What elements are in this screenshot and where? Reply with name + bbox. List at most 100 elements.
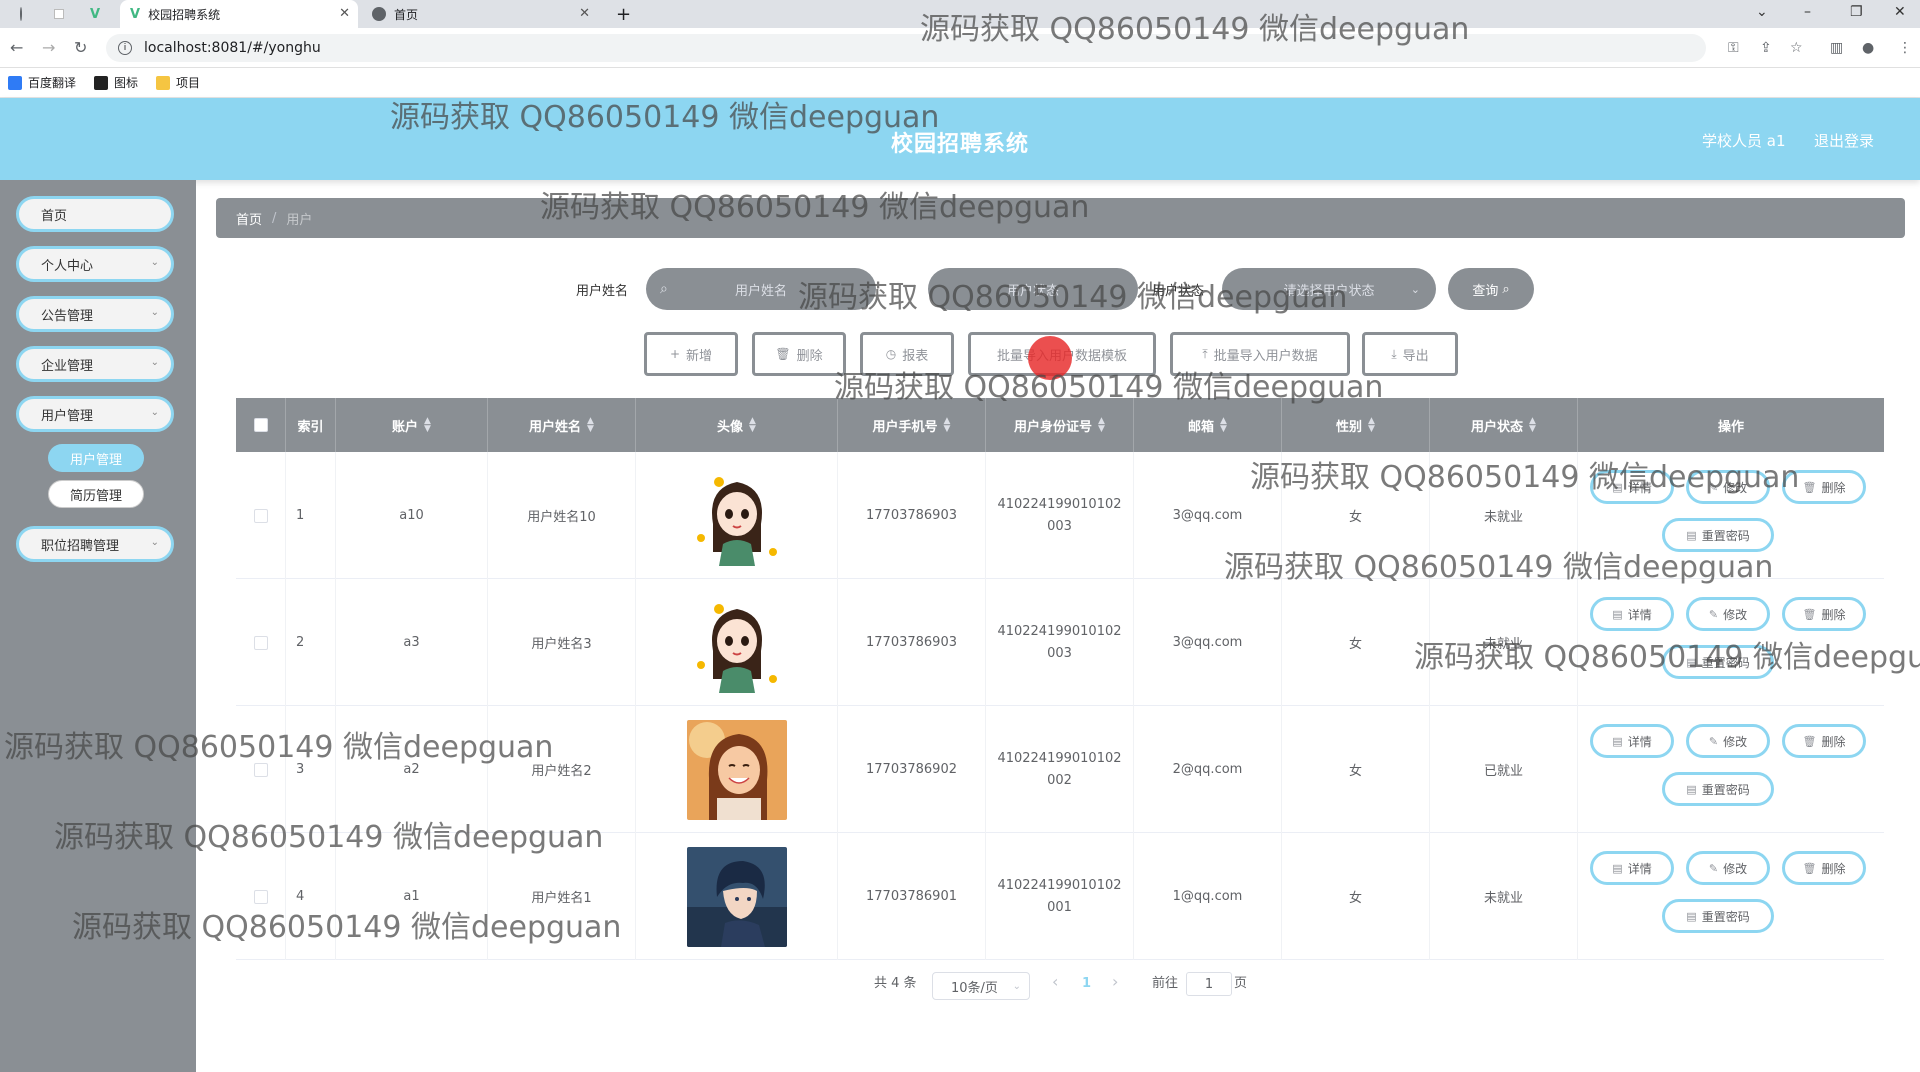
next-page-icon[interactable]: › (1112, 972, 1118, 991)
row-delete-button[interactable]: 🗑 删除 (1782, 597, 1866, 631)
delete-button[interactable]: 🗑 删除 (752, 332, 846, 376)
search-state-select[interactable]: 请选择用户状态 ⌄ (1222, 268, 1436, 310)
sort-icon[interactable]: ▲ ▼ (1098, 417, 1105, 434)
tab-pinned-1[interactable] (10, 0, 40, 28)
report-button[interactable]: ◷ 报表 (860, 332, 954, 376)
star-icon[interactable]: ☆ (1790, 40, 1803, 56)
header-email[interactable]: 邮箱 ▲ ▼ (1134, 398, 1282, 452)
edit-button[interactable]: ✎ 修改 (1686, 597, 1770, 631)
header-account[interactable]: 账户 ▲ ▼ (336, 398, 488, 452)
close-icon[interactable]: ✕ (579, 6, 590, 21)
checkbox[interactable] (253, 635, 268, 650)
query-button[interactable]: 查询 ⌕ (1448, 268, 1534, 310)
id-number-text: 410224199010102 003 (997, 496, 1122, 534)
goto-page-input[interactable]: 1 (1186, 972, 1232, 996)
add-button[interactable]: + 新增 (644, 332, 738, 376)
logout-link[interactable]: 退出登录 (1814, 130, 1874, 151)
sort-icon[interactable]: ▲ ▼ (1529, 417, 1536, 434)
bookmark-icons[interactable]: 图标 (94, 74, 138, 91)
reload-icon[interactable]: ↻ (74, 38, 87, 57)
checkbox[interactable] (253, 762, 268, 777)
search-name-input[interactable]: ⌕ 用户姓名 (646, 268, 876, 310)
sidebar-subitem-user-manage[interactable]: 用户管理 (48, 444, 144, 472)
header-status[interactable]: 用户状态 ▲ ▼ (1430, 398, 1578, 452)
header-gender[interactable]: 性别 ▲ ▼ (1282, 398, 1430, 452)
reset-password-button[interactable]: ▤ 重置密码 (1662, 645, 1774, 679)
sidepanel-icon[interactable]: ▥ (1830, 40, 1843, 56)
row-select-cell[interactable] (236, 833, 286, 960)
checkbox[interactable] (253, 418, 268, 432)
header-avatar[interactable]: 头像 ▲ ▼ (636, 398, 838, 452)
vue-icon: V (130, 6, 141, 22)
tab-pinned-2[interactable] (44, 0, 74, 28)
avatar (686, 592, 787, 693)
search-field2-input[interactable]: 用户状态 (928, 268, 1138, 310)
header-phone[interactable]: 用户手机号 ▲ ▼ (838, 398, 986, 452)
detail-button[interactable]: ▤ 详情 (1590, 597, 1674, 631)
detail-button[interactable]: ▤ 详情 (1590, 470, 1674, 504)
row-select-cell[interactable] (236, 452, 286, 579)
edit-button[interactable]: ✎ 修改 (1686, 851, 1770, 885)
row-select-cell[interactable] (236, 579, 286, 706)
edit-button[interactable]: ✎ 修改 (1686, 470, 1770, 504)
sidebar-item-company[interactable]: 企业管理 ⌄ (16, 346, 174, 382)
detail-button[interactable]: ▤ 详情 (1590, 724, 1674, 758)
sort-icon[interactable]: ▲ ▼ (749, 417, 756, 434)
sort-icon[interactable]: ▲ ▼ (1220, 417, 1227, 434)
reset-password-button[interactable]: ▤ 重置密码 (1662, 899, 1774, 933)
close-icon[interactable]: ✕ (339, 6, 350, 21)
prev-page-icon[interactable]: ‹ (1052, 972, 1058, 991)
key-icon: ▤ (1686, 909, 1697, 923)
share-icon[interactable]: ⇪ (1760, 40, 1772, 56)
url-field[interactable]: i localhost:8081/#/yonghu (106, 34, 1706, 62)
reset-password-button[interactable]: ▤ 重置密码 (1662, 518, 1774, 552)
breadcrumb-home[interactable]: 首页 (236, 209, 262, 228)
back-icon[interactable]: ← (10, 38, 23, 57)
restore-icon[interactable]: ❐ (1850, 4, 1863, 20)
sidebar-item-notice[interactable]: 公告管理 ⌄ (16, 296, 174, 332)
header-name[interactable]: 用户姓名 ▲ ▼ (488, 398, 636, 452)
export-button[interactable]: ⤓ 导出 (1362, 332, 1458, 376)
checkbox[interactable] (253, 889, 268, 904)
info-icon[interactable]: i (118, 41, 132, 55)
sidebar-item-users[interactable]: 用户管理 ⌄ (16, 396, 174, 432)
profile-icon[interactable]: ● (1862, 40, 1874, 56)
row-delete-button[interactable]: 🗑 删除 (1782, 724, 1866, 758)
batch-import-button[interactable]: ⤒ 批量导入用户数据 (1170, 332, 1350, 376)
cell-name: 用户姓名1 (488, 833, 636, 960)
sort-icon[interactable]: ▲ ▼ (424, 417, 431, 434)
edit-icon: ✎ (1708, 861, 1719, 875)
page-size-select[interactable]: 10条/页 ⌄ (932, 972, 1030, 1000)
header-id-number[interactable]: 用户身份证号 ▲ ▼ (986, 398, 1134, 452)
tab-active[interactable]: V 校园招聘系统 ✕ (120, 0, 358, 28)
close-window-icon[interactable]: ✕ (1894, 4, 1906, 20)
new-tab-button[interactable]: + (606, 0, 636, 28)
sidebar-item-profile[interactable]: 个人中心 ⌄ (16, 246, 174, 282)
detail-button[interactable]: ▤ 详情 (1590, 851, 1674, 885)
edit-button[interactable]: ✎ 修改 (1686, 724, 1770, 758)
sort-icon[interactable]: ▲ ▼ (587, 417, 594, 434)
bookmark-project[interactable]: 项目 (156, 74, 200, 91)
more-icon[interactable]: ⋮ (1898, 40, 1912, 56)
sidebar-item-jobs[interactable]: 职位招聘管理 ⌄ (16, 526, 174, 562)
row-select-cell[interactable] (236, 706, 286, 833)
tab-pinned-3[interactable]: V (80, 0, 116, 28)
chevron-down-icon[interactable]: ⌄ (1756, 4, 1768, 20)
cell-avatar (636, 579, 838, 706)
key-icon[interactable]: ⚿ (1728, 40, 1739, 56)
row-delete-button[interactable]: 🗑 删除 (1782, 851, 1866, 885)
page-number-current[interactable]: 1 (1082, 976, 1091, 991)
forward-icon[interactable]: → (42, 38, 55, 57)
cell-phone: 17703786901 (838, 833, 986, 960)
sidebar-subitem-resume-manage[interactable]: 简历管理 (48, 480, 144, 508)
bookmark-baidu-translate[interactable]: 百度翻译 (8, 74, 76, 91)
row-delete-button[interactable]: 🗑 删除 (1782, 470, 1866, 504)
checkbox[interactable] (253, 508, 268, 523)
header-select-all[interactable] (236, 398, 286, 452)
reset-password-button[interactable]: ▤ 重置密码 (1662, 772, 1774, 806)
sort-icon[interactable]: ▲ ▼ (944, 417, 951, 434)
sort-icon[interactable]: ▲ ▼ (1368, 417, 1375, 434)
minimize-icon[interactable]: – (1804, 4, 1811, 20)
tab-home[interactable]: 首页 ✕ (362, 0, 598, 28)
sidebar-item-home[interactable]: 首页 (16, 196, 174, 232)
